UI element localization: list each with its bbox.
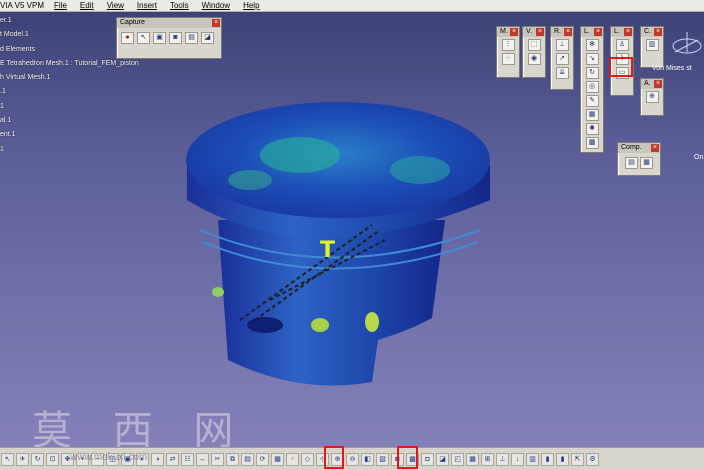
close-icon[interactable]: × <box>654 80 662 88</box>
temp-icon[interactable]: ✺ <box>585 123 599 135</box>
analysis-icon[interactable]: ⊞ <box>481 452 494 466</box>
moment-icon[interactable]: ↻ <box>585 67 599 79</box>
close-icon[interactable]: × <box>651 144 659 152</box>
close-icon[interactable]: × <box>564 28 572 36</box>
cube-view-icon[interactable]: ▧ <box>376 452 389 466</box>
mesh-icon[interactable]: ▦ <box>271 452 284 466</box>
fit-all-icon[interactable]: ⊡ <box>46 452 59 466</box>
select-icon[interactable]: ↖ <box>1 452 14 466</box>
close-icon[interactable]: × <box>510 28 518 36</box>
stress-hotspot <box>311 318 329 332</box>
plane-icon[interactable]: ◇ <box>301 452 314 466</box>
gear-icon[interactable]: ✻ <box>585 39 599 51</box>
image-icon[interactable]: ◪ <box>436 452 449 466</box>
copy-icon[interactable]: ⧉ <box>226 452 239 466</box>
record-icon[interactable]: ● <box>121 32 134 44</box>
toolbar-comp: Comp. × ▤ ▦ <box>617 142 661 176</box>
bar-icon-2[interactable]: ▮ <box>556 452 569 466</box>
fly-icon[interactable]: ✈ <box>16 452 29 466</box>
node-icon[interactable]: ⁘ <box>286 452 299 466</box>
bearing-icon[interactable]: ◎ <box>585 81 599 93</box>
person-icon[interactable]: ♙ <box>615 39 629 51</box>
highlight-box <box>609 57 633 77</box>
close-icon[interactable]: × <box>624 28 632 36</box>
tree-icon[interactable]: ☷ <box>181 452 194 466</box>
pin-icon[interactable]: ✎ <box>585 95 599 107</box>
toolbar-m: M. × ⋮ ⁘ <box>496 26 520 78</box>
capture-icons: ● ↖ ▣ ◙ ▤ ◪ <box>117 28 221 48</box>
zoom-icon[interactable]: ⊖ <box>346 452 359 466</box>
export-icon[interactable]: ⇱ <box>571 452 584 466</box>
toolbar-c: C. × ▥ <box>640 26 664 68</box>
grid-icon[interactable]: ▦ <box>466 452 479 466</box>
capture-toolbar-title: Capture × <box>117 18 221 28</box>
pressure-icon[interactable]: ⇊ <box>555 67 569 79</box>
compare-icon-2[interactable]: ▦ <box>640 157 653 169</box>
compass-icon[interactable] <box>670 28 704 68</box>
cube-icon[interactable]: ▦ <box>585 109 599 121</box>
update-icon[interactable]: ⟳ <box>256 452 269 466</box>
measure-icon[interactable]: ↔ <box>196 452 209 466</box>
stress-hotspot <box>365 312 379 332</box>
select-icon[interactable]: ↖ <box>137 32 150 44</box>
capture-toolbar: Capture × ● ↖ ▣ ◙ ▤ ◪ <box>116 17 222 59</box>
restraint-icon[interactable]: ⊥ <box>555 39 569 51</box>
close-icon[interactable]: × <box>654 28 662 36</box>
close-icon[interactable]: × <box>212 19 220 27</box>
image-icon[interactable]: ◪ <box>201 32 214 44</box>
capture-icon[interactable]: ◰ <box>451 452 464 466</box>
crown-hotspot <box>228 170 272 190</box>
eye-icon[interactable]: ◉ <box>527 53 541 65</box>
camera-icon[interactable]: ◙ <box>169 32 182 44</box>
iso-view-icon[interactable]: ◧ <box>361 452 374 466</box>
compute-icon[interactable]: ▥ <box>645 39 659 51</box>
rotate-icon[interactable]: ↻ <box>31 452 44 466</box>
paste-icon[interactable]: ▤ <box>241 452 254 466</box>
on-label: On <box>694 154 704 161</box>
toolbar-r: R. × ⊥ ↗ ⇊ <box>550 26 574 90</box>
settings-icon[interactable]: ⚙ <box>586 452 599 466</box>
view-icon[interactable]: ⬚ <box>527 39 541 51</box>
annotation-marker[interactable]: T <box>320 238 335 263</box>
mesh-icon[interactable]: ⋮ <box>501 39 515 51</box>
grid-icon[interactable]: ▩ <box>585 137 599 149</box>
node-icon[interactable]: ⁘ <box>501 53 515 65</box>
toolbar-l1: L. × ✻ ↘ ↻ ◎ ✎ ▦ ✺ ▩ <box>580 26 604 153</box>
pin-boss <box>247 317 283 333</box>
frame-icon[interactable]: ▣ <box>153 32 166 44</box>
toolbar-v: V. × ⬚ ◉ <box>522 26 546 78</box>
bar-icon[interactable]: ▮ <box>541 452 554 466</box>
highlight-box <box>324 446 344 469</box>
force-icon[interactable]: ↘ <box>585 53 599 65</box>
cut-icon[interactable]: ✂ <box>211 452 224 466</box>
watermark-url: www.mokuxi.com <box>70 452 148 463</box>
stress-hotspot <box>212 287 224 297</box>
compare-icon[interactable]: ▤ <box>625 157 638 169</box>
swap-icon[interactable]: ⇄ <box>166 452 179 466</box>
constraint-icon[interactable]: ⊥ <box>496 452 509 466</box>
crown-hotspot <box>260 137 340 173</box>
close-icon[interactable]: × <box>594 28 602 36</box>
von-mises-label: Von Mises st <box>652 65 692 72</box>
toolbar-a: A. × ⊕ <box>640 78 664 116</box>
load-icon[interactable]: ↗ <box>555 53 569 65</box>
compute-icon[interactable]: ▥ <box>526 452 539 466</box>
database-icon[interactable]: ◘ <box>421 452 434 466</box>
hide-show-icon[interactable]: ◑ <box>151 452 164 466</box>
highlight-box <box>397 446 418 469</box>
load-icon[interactable]: ↓ <box>511 452 524 466</box>
film-icon[interactable]: ▤ <box>185 32 198 44</box>
crown-hotspot <box>390 156 450 184</box>
analysis-icon[interactable]: ⊕ <box>645 91 659 103</box>
close-icon[interactable]: × <box>536 28 544 36</box>
